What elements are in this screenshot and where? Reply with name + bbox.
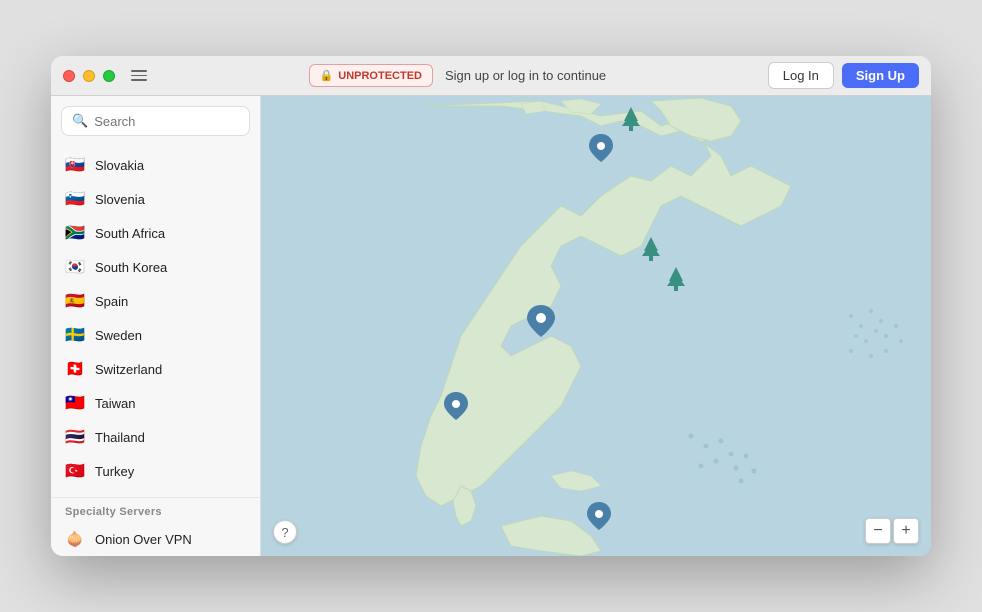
app-window: 🔒 UNPROTECTED Sign up or log in to conti… xyxy=(51,56,931,556)
search-icon: 🔍 xyxy=(72,113,88,129)
country-item[interactable]: 🇹🇼 Taiwan xyxy=(51,386,260,420)
specialty-item[interactable]: 🧅 Onion Over VPN xyxy=(51,522,260,556)
country-name: Slovakia xyxy=(95,158,144,173)
titlebar-actions: Log In Sign Up xyxy=(768,62,919,89)
specialty-section-label: Specialty Servers xyxy=(51,497,260,522)
titlebar: 🔒 UNPROTECTED Sign up or log in to conti… xyxy=(51,56,931,96)
country-name: South Africa xyxy=(95,226,165,241)
close-button[interactable] xyxy=(63,70,75,82)
country-name: Sweden xyxy=(95,328,142,343)
country-flag: 🇪🇸 xyxy=(65,291,85,311)
country-flag: 🇹🇷 xyxy=(65,461,85,481)
specialty-icon: 🧅 xyxy=(65,529,85,549)
specialty-name: Onion Over VPN xyxy=(95,532,192,547)
help-button[interactable]: ? xyxy=(273,520,297,544)
help-label: ? xyxy=(281,525,288,540)
country-name: Thailand xyxy=(95,430,145,445)
titlebar-center: 🔒 UNPROTECTED Sign up or log in to conti… xyxy=(155,64,760,87)
country-item[interactable]: 🇿🇦 South Africa xyxy=(51,216,260,250)
country-flag: 🇸🇮 xyxy=(65,189,85,209)
unprotected-label: UNPROTECTED xyxy=(338,70,422,82)
country-name: Taiwan xyxy=(95,396,135,411)
country-name: Slovenia xyxy=(95,192,145,207)
map-area: ? − + xyxy=(261,96,931,556)
menu-icon[interactable] xyxy=(131,70,147,81)
zoom-out-button[interactable]: − xyxy=(865,518,891,544)
content-area: 🔍 🇸🇰 Slovakia 🇸🇮 Slovenia 🇿🇦 South Africa 🇰🇷 So… xyxy=(51,96,931,556)
country-name: Turkey xyxy=(95,464,134,479)
country-item[interactable]: 🇺🇦Ukraine xyxy=(51,488,260,497)
country-item[interactable]: 🇪🇸 Spain xyxy=(51,284,260,318)
country-item[interactable]: 🇸🇮 Slovenia xyxy=(51,182,260,216)
login-button[interactable]: Log In xyxy=(768,62,834,89)
country-flag: 🇿🇦 xyxy=(65,223,85,243)
country-item[interactable]: 🇹🇭 Thailand xyxy=(51,420,260,454)
country-flag: 🇰🇷 xyxy=(65,257,85,277)
country-name: South Korea xyxy=(95,260,167,275)
signup-button[interactable]: Sign Up xyxy=(842,63,919,88)
country-name: Switzerland xyxy=(95,362,162,377)
country-item[interactable]: 🇨🇭 Switzerland xyxy=(51,352,260,386)
country-name: Spain xyxy=(95,294,128,309)
country-item[interactable]: 🇰🇷 South Korea xyxy=(51,250,260,284)
titlebar-message: Sign up or log in to continue xyxy=(445,68,606,83)
search-box[interactable]: 🔍 xyxy=(61,106,250,136)
search-input[interactable] xyxy=(94,114,239,129)
country-flag: 🇸🇪 xyxy=(65,325,85,345)
country-item[interactable]: 🇸🇪 Sweden xyxy=(51,318,260,352)
country-item[interactable]: 🇸🇰 Slovakia xyxy=(51,148,260,182)
maximize-button[interactable] xyxy=(103,70,115,82)
lock-icon: 🔒 xyxy=(320,69,334,82)
specialty-list: 🧅 Onion Over VPN xyxy=(51,522,260,556)
unprotected-badge: 🔒 UNPROTECTED xyxy=(309,64,433,87)
country-flag: 🇹🇼 xyxy=(65,393,85,413)
minimize-button[interactable] xyxy=(83,70,95,82)
map-controls: − + xyxy=(865,518,919,544)
country-list: 🇸🇰 Slovakia 🇸🇮 Slovenia 🇿🇦 South Africa 🇰🇷 Sout… xyxy=(51,146,260,497)
sidebar: 🔍 🇸🇰 Slovakia 🇸🇮 Slovenia 🇿🇦 South Africa 🇰🇷 So… xyxy=(51,96,261,556)
country-flag: 🇸🇰 xyxy=(65,155,85,175)
country-item[interactable]: 🇹🇷 Turkey xyxy=(51,454,260,488)
country-flag: 🇹🇭 xyxy=(65,427,85,447)
zoom-in-button[interactable]: + xyxy=(893,518,919,544)
world-map xyxy=(261,96,931,556)
country-flag: 🇨🇭 xyxy=(65,359,85,379)
